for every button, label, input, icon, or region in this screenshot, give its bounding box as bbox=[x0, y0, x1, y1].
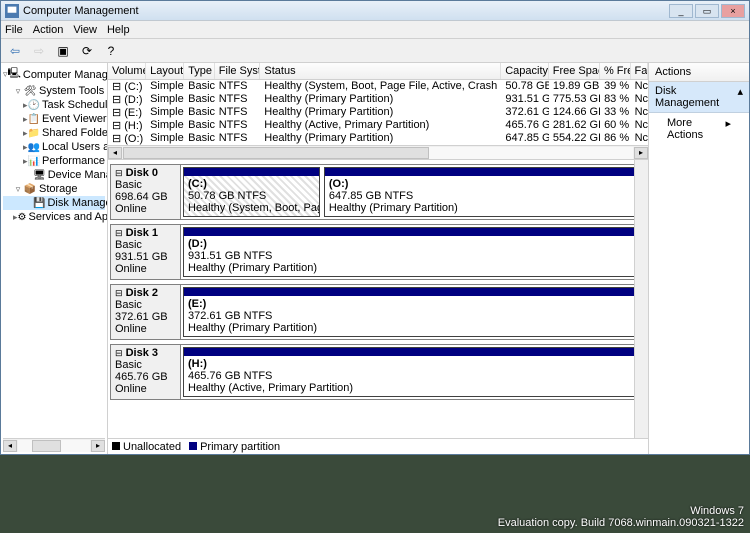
management-window: Computer Management _ ▭ × File Action Vi… bbox=[0, 0, 750, 455]
tree-storage[interactable]: ▿📦Storage bbox=[3, 182, 105, 196]
tree-services[interactable]: ▸⚙Services and Applicati bbox=[3, 210, 105, 224]
titlebar[interactable]: Computer Management _ ▭ × bbox=[1, 1, 749, 21]
disk-row[interactable]: ⊟ Disk 2Basic372.61 GBOnline(E:)372.61 G… bbox=[110, 284, 646, 340]
partition[interactable]: (C:)50.78 GB NTFSHealthy (System, Boot, … bbox=[183, 167, 320, 217]
col-volume: Volume bbox=[108, 63, 146, 79]
tree-disk-management[interactable]: 💾Disk Management bbox=[3, 196, 105, 210]
menubar: File Action View Help bbox=[1, 21, 749, 39]
table-row[interactable]: ⊟ (H:)SimpleBasicNTFSHealthy (Active, Pr… bbox=[108, 119, 648, 132]
tree-system-tools[interactable]: ▿🛠System Tools bbox=[3, 84, 105, 98]
menu-file[interactable]: File bbox=[5, 24, 23, 36]
tree-task-scheduler[interactable]: ▸🕑Task Scheduler bbox=[3, 98, 105, 112]
tree-hscroll[interactable]: ◂▸ bbox=[3, 438, 105, 452]
window-title: Computer Management bbox=[23, 5, 669, 17]
back-button[interactable]: ⇦ bbox=[5, 42, 25, 60]
minimize-button[interactable]: _ bbox=[669, 4, 693, 18]
table-row[interactable]: ⊟ (D:)SimpleBasicNTFSHealthy (Primary Pa… bbox=[108, 93, 648, 106]
partition[interactable]: (E:)372.61 GB NTFSHealthy (Primary Parti… bbox=[183, 287, 643, 337]
disk-graphical-view[interactable]: ⊟ Disk 0Basic698.64 GBOnline(C:)50.78 GB… bbox=[108, 160, 648, 438]
chevron-right-icon: ▸ bbox=[725, 117, 731, 141]
toolbar: ⇦ ⇨ ▣ ⟳ ? bbox=[1, 39, 749, 63]
graph-vscroll[interactable] bbox=[634, 160, 648, 438]
table-row[interactable]: ⊟ (C:)SimpleBasicNTFSHealthy (System, Bo… bbox=[108, 80, 648, 93]
partition[interactable]: (D:)931.51 GB NTFSHealthy (Primary Parti… bbox=[183, 227, 643, 277]
table-hscroll[interactable]: ◂▸ bbox=[108, 145, 648, 159]
close-button[interactable]: × bbox=[721, 4, 745, 18]
watermark: Windows 7 Evaluation copy. Build 7068.wi… bbox=[498, 505, 744, 529]
tree-local-users[interactable]: ▸👥Local Users and G bbox=[3, 140, 105, 154]
col-layout: Layout bbox=[146, 63, 184, 79]
help-button[interactable]: ? bbox=[101, 42, 121, 60]
nav-tree[interactable]: ▿🖳Computer Management ▿🛠System Tools ▸🕑T… bbox=[1, 63, 108, 454]
menu-help[interactable]: Help bbox=[107, 24, 130, 36]
actions-header: Actions bbox=[649, 63, 749, 82]
tree-root[interactable]: ▿🖳Computer Management bbox=[3, 65, 105, 84]
main-pane: Volume Layout Type File System Status Ca… bbox=[108, 63, 649, 454]
more-actions[interactable]: More Actions▸ bbox=[649, 113, 749, 145]
tree-event-viewer[interactable]: ▸📋Event Viewer bbox=[3, 112, 105, 126]
col-freespace: Free Space bbox=[549, 63, 600, 79]
partition[interactable]: (H:)465.76 GB NTFSHealthy (Active, Prima… bbox=[183, 347, 643, 397]
col-fault: Fa bbox=[631, 63, 648, 79]
legend: Unallocated Primary partition bbox=[108, 438, 648, 454]
actions-pane: Actions Disk Management▴ More Actions▸ bbox=[649, 63, 749, 454]
volume-table[interactable]: Volume Layout Type File System Status Ca… bbox=[108, 63, 648, 160]
actions-section[interactable]: Disk Management▴ bbox=[649, 82, 749, 113]
col-status: Status bbox=[260, 63, 501, 79]
menu-view[interactable]: View bbox=[73, 24, 97, 36]
disk-row[interactable]: ⊟ Disk 0Basic698.64 GBOnline(C:)50.78 GB… bbox=[110, 164, 646, 220]
disk-row[interactable]: ⊟ Disk 3Basic465.76 GBOnline(H:)465.76 G… bbox=[110, 344, 646, 400]
tree-device-manager[interactable]: 🖥Device Manager bbox=[3, 168, 105, 182]
disk-row[interactable]: ⊟ Disk 1Basic931.51 GBOnline(D:)931.51 G… bbox=[110, 224, 646, 280]
col-type: Type bbox=[184, 63, 215, 79]
refresh-button[interactable]: ⟳ bbox=[77, 42, 97, 60]
table-header[interactable]: Volume Layout Type File System Status Ca… bbox=[108, 63, 648, 80]
forward-button[interactable]: ⇨ bbox=[29, 42, 49, 60]
partition[interactable]: (O:)647.85 GB NTFSHealthy (Primary Parti… bbox=[324, 167, 643, 217]
legend-unallocated-icon bbox=[112, 442, 120, 450]
col-pctfree: % Free bbox=[600, 63, 631, 79]
app-icon bbox=[5, 4, 19, 18]
collapse-icon: ▴ bbox=[737, 85, 743, 109]
table-row[interactable]: ⊟ (O:)SimpleBasicNTFSHealthy (Primary Pa… bbox=[108, 132, 648, 145]
show-hide-button[interactable]: ▣ bbox=[53, 42, 73, 60]
maximize-button[interactable]: ▭ bbox=[695, 4, 719, 18]
menu-action[interactable]: Action bbox=[33, 24, 64, 36]
legend-primary-icon bbox=[189, 442, 197, 450]
col-filesystem: File System bbox=[215, 63, 261, 79]
tree-shared-folders[interactable]: ▸📁Shared Folders bbox=[3, 126, 105, 140]
col-capacity: Capacity bbox=[501, 63, 548, 79]
table-row[interactable]: ⊟ (E:)SimpleBasicNTFSHealthy (Primary Pa… bbox=[108, 106, 648, 119]
tree-performance[interactable]: ▸📊Performance bbox=[3, 154, 105, 168]
